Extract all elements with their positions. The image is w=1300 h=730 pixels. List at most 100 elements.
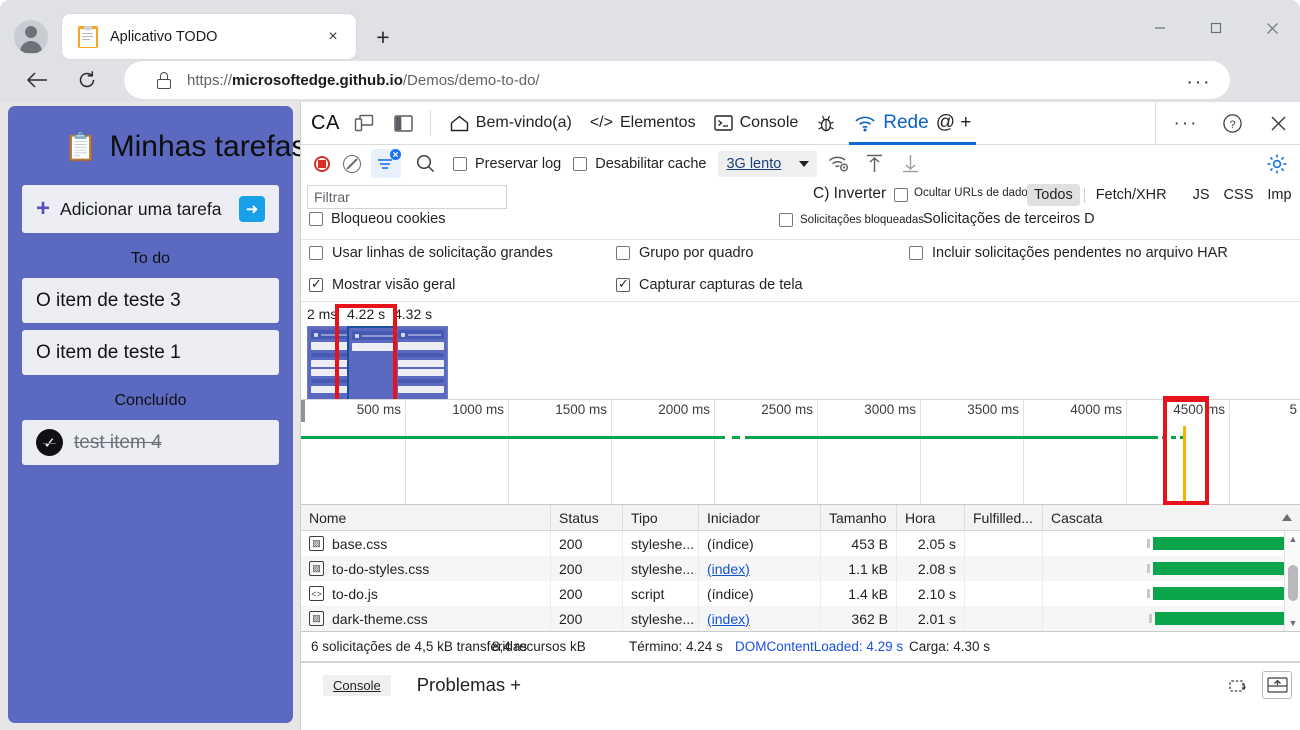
- add-task-input[interactable]: Adicionar uma tarefa: [60, 199, 239, 220]
- browser-tab[interactable]: Aplicativo TODO ×: [62, 14, 356, 59]
- tab-label: Bem-vindo(a): [476, 114, 572, 132]
- filter-button[interactable]: [371, 149, 401, 178]
- filter-input[interactable]: Filtrar: [307, 185, 507, 209]
- maximize-button[interactable]: [1188, 0, 1244, 56]
- column-header-iniciador[interactable]: Iniciador: [699, 505, 821, 531]
- device-emulation-icon[interactable]: [348, 107, 380, 139]
- blocked-cookies-option[interactable]: Bloqueou cookies: [309, 211, 445, 227]
- column-header-nome[interactable]: Nome: [301, 505, 551, 531]
- chip-todos[interactable]: Todos: [1027, 184, 1080, 206]
- blocked-requests-option[interactable]: Solicitações bloqueadas: [779, 213, 924, 227]
- tab-network[interactable]: Rede @ +: [845, 102, 980, 145]
- request-initiator-link[interactable]: (index): [707, 561, 750, 577]
- invert-label[interactable]: C) Inverter: [813, 185, 886, 203]
- overview-left-handle[interactable]: [301, 400, 305, 422]
- table-row[interactable]: ▨dark-theme.css 200 styleshe... (index) …: [301, 606, 1300, 631]
- chip-js[interactable]: JS: [1186, 184, 1217, 206]
- add-task-row[interactable]: + Adicionar uma tarefa ➜: [22, 185, 279, 233]
- column-header-cascata[interactable]: Cascata: [1043, 505, 1300, 531]
- devtools-more-button[interactable]: ···: [1170, 108, 1202, 140]
- overview-tick-label: 500 ms: [357, 402, 405, 417]
- network-conditions-icon[interactable]: [823, 149, 853, 179]
- column-header-tipo[interactable]: Tipo: [623, 505, 699, 531]
- tab-welcome[interactable]: Bem-vindo(a): [441, 102, 581, 145]
- record-button[interactable]: [307, 149, 337, 179]
- tab-debugger[interactable]: [807, 102, 845, 145]
- big-rows-checkbox[interactable]: [309, 246, 323, 260]
- column-header-tamanho[interactable]: Tamanho: [821, 505, 897, 531]
- search-icon[interactable]: [409, 149, 441, 179]
- table-row[interactable]: ▨to-do-styles.css 200 styleshe... (index…: [301, 556, 1300, 581]
- dock-side-icon[interactable]: [388, 107, 420, 139]
- tab-overflow-label[interactable]: @ +: [936, 112, 972, 134]
- help-icon[interactable]: ?: [1216, 108, 1248, 140]
- new-tab-button[interactable]: +: [368, 22, 398, 52]
- throttling-dropdown[interactable]: 3G lento: [718, 151, 817, 177]
- chip-fetch-xhr[interactable]: Fetch/XHR: [1089, 184, 1174, 206]
- browser-more-button[interactable]: ···: [1182, 71, 1216, 95]
- preserve-log-checkbox[interactable]: [453, 157, 467, 171]
- third-party-label[interactable]: Solicitações de terceiros D: [923, 211, 1095, 227]
- blocked-cookies-checkbox[interactable]: [309, 212, 323, 226]
- column-header-hora[interactable]: Hora: [897, 505, 965, 531]
- filmstrip-thumbnail[interactable]: [347, 326, 401, 400]
- scroll-down-icon[interactable]: ▼: [1285, 615, 1300, 631]
- include-pending-har-option[interactable]: Incluir solicitações pendentes no arquiv…: [909, 245, 1228, 261]
- summary-finish: Término: 4.24 s: [629, 639, 723, 654]
- filmstrip-thumbnail[interactable]: [394, 326, 448, 400]
- task-item-completed[interactable]: ✓ test item 4: [22, 420, 279, 465]
- table-row[interactable]: ▨base.css 200 styleshe... (índice) 453 B…: [301, 531, 1300, 556]
- scroll-up-icon[interactable]: ▲: [1285, 531, 1300, 547]
- submit-task-button[interactable]: ➜: [239, 196, 265, 222]
- devtools-close-icon[interactable]: [1262, 108, 1294, 140]
- tab-console[interactable]: Console: [705, 102, 808, 145]
- capture-screenshots-checkbox[interactable]: [616, 278, 630, 292]
- disable-cache-checkbox[interactable]: [573, 157, 587, 171]
- filmstrip-frame-selected[interactable]: 4.22 s: [347, 306, 401, 400]
- group-by-frame-checkbox[interactable]: [616, 246, 630, 260]
- close-button[interactable]: [1244, 0, 1300, 56]
- task-item[interactable]: O item de teste 1: [22, 330, 279, 375]
- stylesheet-icon: ▨: [309, 561, 324, 576]
- drawer-tab-console[interactable]: Console: [323, 675, 391, 696]
- minimize-button[interactable]: [1132, 0, 1188, 56]
- import-har-icon[interactable]: [859, 149, 889, 179]
- clear-button[interactable]: [337, 149, 367, 179]
- back-button[interactable]: [18, 61, 56, 99]
- table-scrollbar[interactable]: ▲ ▼: [1284, 531, 1300, 631]
- tab-close-button[interactable]: ×: [320, 24, 346, 50]
- network-toolbar: Preservar log Desabilitar cache 3G lento: [301, 145, 1300, 182]
- preserve-log-option[interactable]: Preservar log: [453, 156, 561, 172]
- restore-drawer-icon[interactable]: [1224, 671, 1254, 699]
- address-bar[interactable]: https://microsoftedge.github.io/Demos/de…: [124, 61, 1230, 99]
- overview-tick-label: 2500 ms: [761, 402, 817, 417]
- column-header-fulfilled[interactable]: Fulfilled...: [965, 505, 1043, 531]
- tab-elements[interactable]: </> Elementos: [581, 102, 705, 145]
- gear-icon[interactable]: [1262, 149, 1292, 179]
- reload-button[interactable]: [68, 61, 106, 99]
- summary-load: Carga: 4.30 s: [909, 639, 990, 654]
- chip-imp[interactable]: Imp: [1260, 184, 1298, 206]
- scrollbar-thumb[interactable]: [1288, 565, 1298, 601]
- column-header-status[interactable]: Status: [551, 505, 623, 531]
- network-overview-timeline[interactable]: 500 ms 1000 ms 1500 ms 2000 ms 2500 ms 3…: [301, 400, 1300, 505]
- table-row[interactable]: <>to-do.js 200 script (índice) 1.4 kB 2.…: [301, 581, 1300, 606]
- show-overview-checkbox[interactable]: [309, 278, 323, 292]
- drawer-tab-issues[interactable]: Problemas +: [417, 674, 521, 696]
- request-initiator-link[interactable]: (index): [707, 611, 750, 627]
- filmstrip-frame[interactable]: 4.32 s: [394, 306, 448, 400]
- group-by-frame-option[interactable]: Grupo por quadro: [616, 245, 753, 261]
- big-rows-option[interactable]: Usar linhas de solicitação grandes: [309, 245, 553, 261]
- hide-data-urls-checkbox[interactable]: [894, 188, 908, 202]
- chip-css[interactable]: CSS: [1217, 184, 1261, 206]
- export-har-icon[interactable]: [895, 149, 925, 179]
- capture-screenshots-option[interactable]: Capturar capturas de tela: [616, 277, 803, 293]
- show-overview-option[interactable]: Mostrar visão geral: [309, 277, 455, 293]
- dock-icon[interactable]: [1262, 671, 1292, 699]
- blocked-requests-checkbox[interactable]: [779, 213, 793, 227]
- task-item[interactable]: O item de teste 3: [22, 278, 279, 323]
- profile-avatar[interactable]: [14, 20, 48, 54]
- include-pending-har-checkbox[interactable]: [909, 246, 923, 260]
- disable-cache-option[interactable]: Desabilitar cache: [573, 156, 706, 172]
- check-icon[interactable]: ✓: [36, 429, 63, 456]
